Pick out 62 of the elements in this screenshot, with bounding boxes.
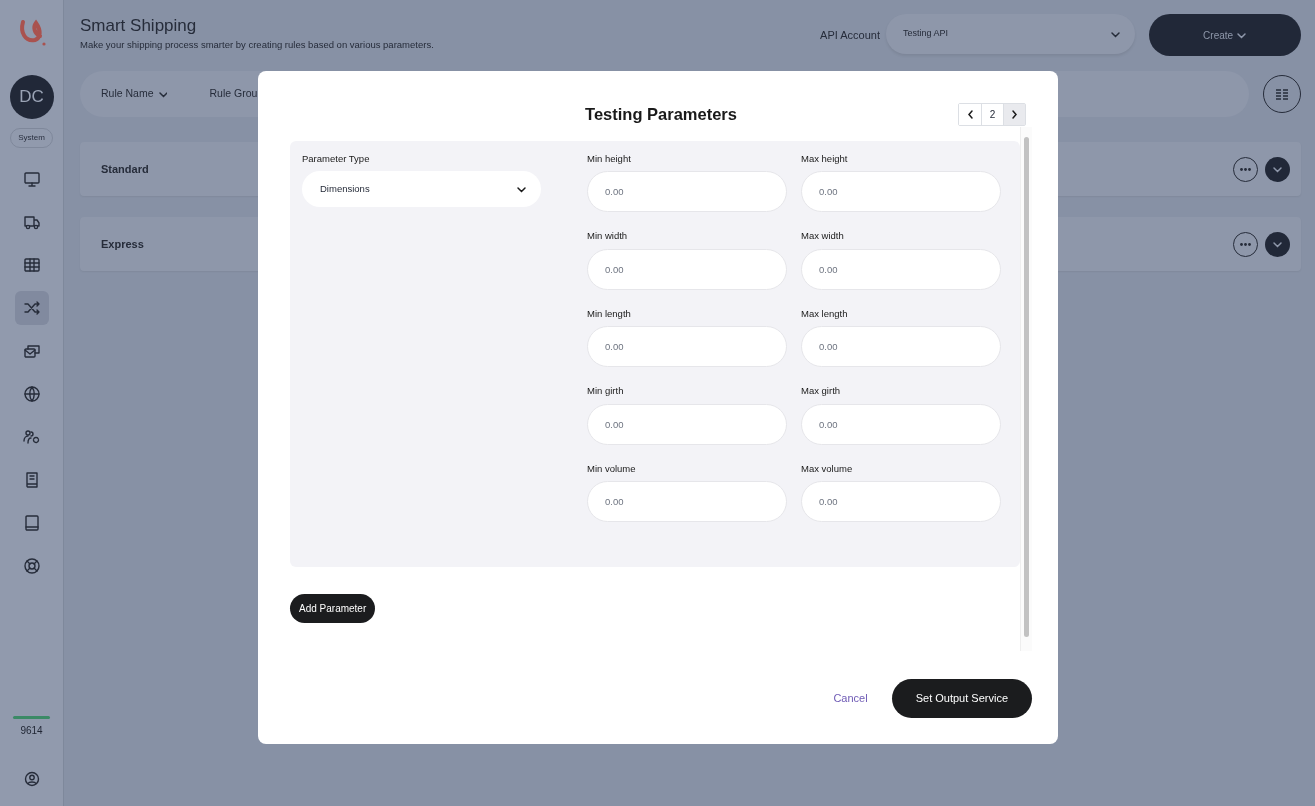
truck-icon xyxy=(22,213,41,231)
field-label: Max length xyxy=(801,308,849,320)
globe-icon xyxy=(22,385,41,403)
page-subtitle: Make your shipping process smarter by creating rules based on various parameters. xyxy=(80,38,435,53)
input-field[interactable]: 0.00 xyxy=(587,481,787,523)
parameter-type-select[interactable]: Dimensions xyxy=(302,171,541,208)
envelopes-icon xyxy=(22,342,41,360)
field-label: Min girth xyxy=(587,386,625,397)
field-label: Min volume xyxy=(587,463,637,475)
add-parameter-button[interactable]: Add Parameter xyxy=(290,594,376,624)
chevron-down-icon xyxy=(1235,31,1247,41)
input-field[interactable]: 0.00 xyxy=(801,326,1001,368)
user-avatar[interactable]: DC xyxy=(9,75,54,119)
lifebuoy-icon xyxy=(22,557,41,575)
field-label: Min length xyxy=(587,308,632,320)
field-label: Min width xyxy=(587,231,629,242)
page-title: Smart Shipping xyxy=(80,16,198,37)
chevron-down-icon xyxy=(1272,239,1283,249)
chevron-down-icon xyxy=(1272,164,1283,174)
expand-button[interactable] xyxy=(1265,156,1290,182)
user-icon xyxy=(23,770,40,787)
filter-dropdown[interactable]: Rule Grou xyxy=(209,86,258,102)
cancel-link[interactable]: Cancel xyxy=(833,690,868,707)
filter-dropdown[interactable]: Rule Name xyxy=(101,86,167,102)
columns-icon xyxy=(1275,88,1289,100)
input-field[interactable]: 0.00 xyxy=(801,481,1001,523)
grid-icon xyxy=(22,256,41,274)
expand-button[interactable] xyxy=(1265,231,1290,257)
create-button[interactable]: Create xyxy=(1149,14,1301,56)
modal-title: Testing Parameters xyxy=(585,103,737,125)
sidebar-item[interactable] xyxy=(14,291,49,325)
input-field[interactable]: 0.00 xyxy=(587,326,787,368)
input-field[interactable]: 0.00 xyxy=(801,248,1001,290)
field-label: Min height xyxy=(587,154,632,165)
input-field[interactable]: 0.00 xyxy=(801,403,1001,445)
balance-text: 9614 xyxy=(20,724,43,738)
chevron-down-icon xyxy=(516,184,527,194)
field-label: Parameter Type xyxy=(302,154,371,165)
scrollbar[interactable] xyxy=(1020,127,1032,651)
tablet-icon xyxy=(22,514,41,532)
group-name: Express xyxy=(101,236,144,252)
submit-button[interactable]: Set Output Service xyxy=(891,679,1032,718)
chevron-down-icon xyxy=(1110,29,1121,39)
chevron-left-icon xyxy=(965,109,975,120)
shuffle-icon xyxy=(22,299,41,317)
more-icon xyxy=(1240,242,1251,246)
chevron-down-icon xyxy=(157,90,167,98)
next-button[interactable] xyxy=(1003,104,1025,125)
input-field[interactable]: 0.00 xyxy=(801,171,1001,213)
field-label: Max volume xyxy=(801,463,854,475)
more-icon xyxy=(1240,167,1251,171)
field-label: Max width xyxy=(801,231,845,242)
input-field[interactable]: 0.00 xyxy=(587,171,787,213)
input-field[interactable]: 0.00 xyxy=(587,248,787,290)
chevron-right-icon xyxy=(1010,109,1019,120)
account-select[interactable]: Testing API xyxy=(886,14,1135,54)
input-field[interactable]: 0.00 xyxy=(587,403,787,445)
monitor-icon xyxy=(22,170,41,188)
field-label: Max girth xyxy=(801,386,842,397)
field-label: API Account xyxy=(820,28,880,43)
field-label: Max height xyxy=(801,154,849,165)
group-name: Standard xyxy=(101,161,149,177)
